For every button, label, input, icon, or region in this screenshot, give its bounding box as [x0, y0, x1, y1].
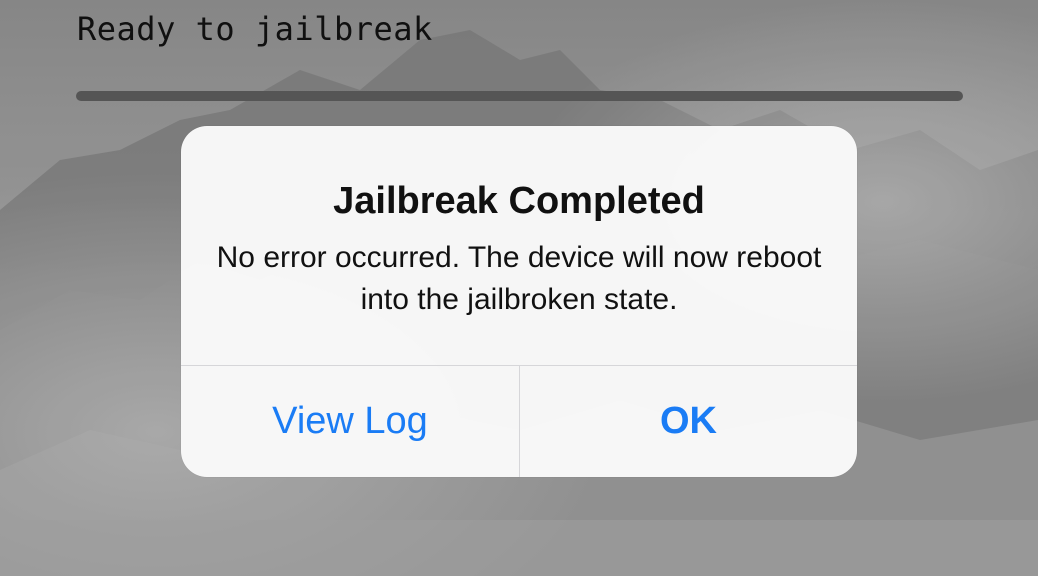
alert-title: Jailbreak Completed	[333, 180, 705, 222]
alert-message: No error occurred. The device will now r…	[216, 241, 822, 316]
ok-button[interactable]: OK	[520, 366, 857, 477]
view-log-button[interactable]: View Log	[181, 366, 519, 477]
alert-dialog: Jailbreak Completed No error occurred. T…	[181, 126, 857, 477]
app-screen: Ready to jailbreak Jailbreak Completed N…	[0, 0, 1038, 576]
